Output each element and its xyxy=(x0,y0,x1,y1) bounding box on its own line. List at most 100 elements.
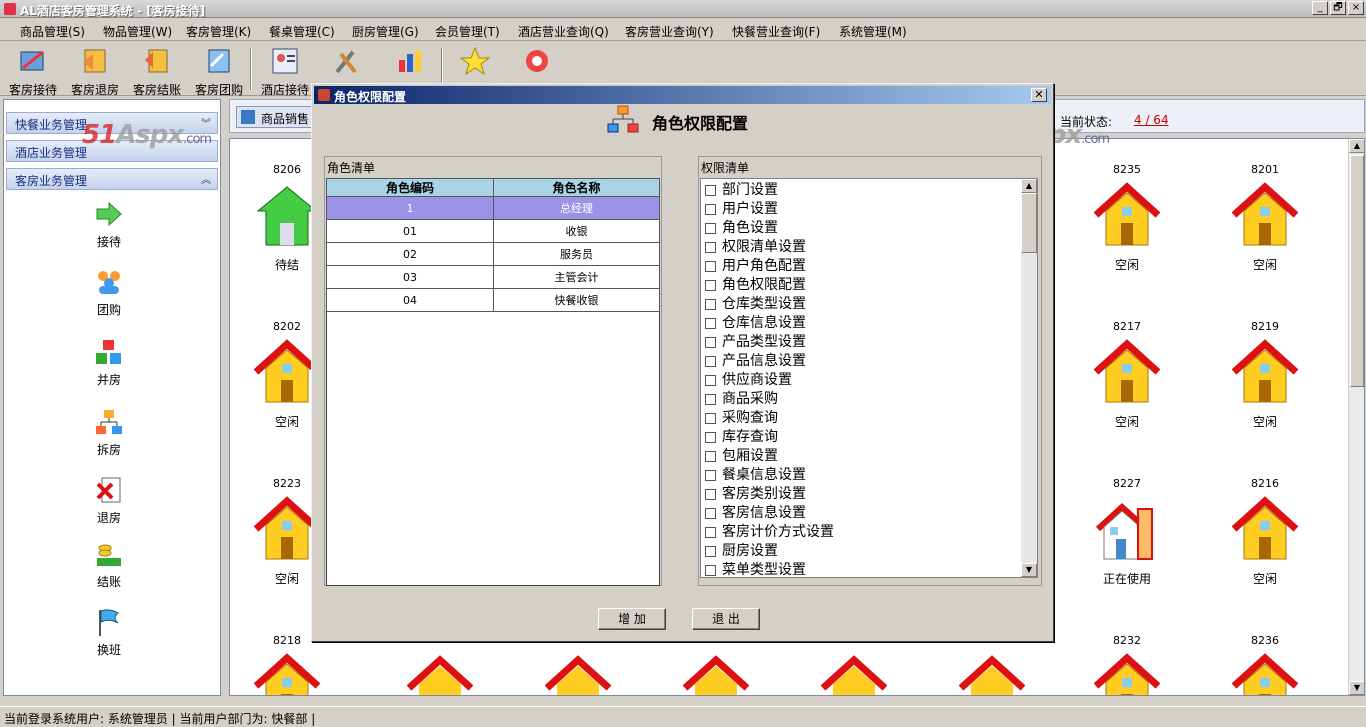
toolbar-reception-button[interactable]: 酒店接待 xyxy=(255,46,315,97)
sidebar-section-fastfood[interactable]: 快餐业务管理 ︾ xyxy=(6,112,218,134)
permission-checkbox[interactable] xyxy=(705,185,716,196)
permission-item[interactable]: 采购查询 xyxy=(705,407,778,426)
table-row[interactable]: 01 收银 xyxy=(326,219,660,243)
status-value-link[interactable]: 4 / 64 xyxy=(1134,113,1169,127)
sidebar-item-bill[interactable]: 结账 xyxy=(64,540,154,590)
close-button[interactable]: × xyxy=(1348,1,1364,15)
sidebar-item-merge[interactable]: 并房 xyxy=(64,338,154,388)
table-row[interactable]: 1 总经理 xyxy=(326,196,660,220)
permission-scrollbar[interactable]: ▲ ▼ xyxy=(1021,179,1037,577)
permission-checkbox[interactable] xyxy=(705,413,716,424)
permission-item[interactable]: 角色权限配置 xyxy=(705,274,806,293)
permission-checkbox[interactable] xyxy=(705,394,716,405)
room-card[interactable]: 8201 空闲 xyxy=(1220,163,1310,273)
menu-goods[interactable]: 商品管理(S) xyxy=(20,23,85,40)
scroll-up-arrow-icon[interactable]: ▲ xyxy=(1349,139,1364,153)
scroll-down-arrow-icon[interactable]: ▼ xyxy=(1349,681,1364,695)
sidebar-section-hotel[interactable]: 酒店业务管理 xyxy=(6,140,218,162)
minimize-button[interactable]: _ xyxy=(1312,1,1328,15)
menu-kitchen[interactable]: 厨房管理(G) xyxy=(352,23,419,40)
sidebar-item-split[interactable]: 拆房 xyxy=(64,408,154,458)
permission-checkbox[interactable] xyxy=(705,565,716,576)
permission-item[interactable]: 商品采购 xyxy=(705,388,778,407)
sidebar-item-checkout[interactable]: 退房 xyxy=(64,476,154,526)
permission-checkbox[interactable] xyxy=(705,432,716,443)
permission-item[interactable]: 客房计价方式设置 xyxy=(705,521,834,540)
toolbar-bill-button[interactable]: 客房结账 xyxy=(127,46,187,97)
sidebar-item-checkin[interactable]: 接待 xyxy=(64,200,154,250)
scroll-up-arrow-icon[interactable]: ▲ xyxy=(1021,179,1037,193)
permission-item[interactable]: 菜单类型设置 xyxy=(705,559,806,577)
add-button[interactable]: 增 加 xyxy=(598,608,666,630)
permission-checkbox[interactable] xyxy=(705,508,716,519)
menu-hotel-query[interactable]: 酒店营业查询(Q) xyxy=(518,23,609,40)
toolbar-groupbuy-button[interactable]: 客房团购 xyxy=(189,46,249,97)
tab-goods-sales[interactable]: 商品销售 xyxy=(236,106,316,128)
permission-item[interactable]: 厨房设置 xyxy=(705,540,778,559)
permission-checkbox[interactable] xyxy=(705,546,716,557)
menu-room-query[interactable]: 客房营业查询(Y) xyxy=(625,23,714,40)
table-row[interactable]: 03 主管会计 xyxy=(326,265,660,289)
menu-fastfood-query[interactable]: 快餐营业查询(F) xyxy=(732,23,820,40)
permission-item[interactable]: 包厢设置 xyxy=(705,445,778,464)
toolbar-checkout-button[interactable]: 客房退房 xyxy=(65,46,125,97)
permission-item[interactable]: 产品信息设置 xyxy=(705,350,806,369)
permission-item[interactable]: 客房信息设置 xyxy=(705,502,806,521)
permission-checkbox[interactable] xyxy=(705,242,716,253)
permission-checkbox[interactable] xyxy=(705,375,716,386)
room-card[interactable]: 8219 空闲 xyxy=(1220,320,1310,430)
permission-item[interactable]: 供应商设置 xyxy=(705,369,792,388)
room-card[interactable]: 8217 空闲 xyxy=(1082,320,1172,430)
permission-item[interactable]: 权限清单设置 xyxy=(705,236,806,255)
table-row[interactable]: 02 服务员 xyxy=(326,242,660,266)
table-row[interactable]: 04 快餐收银 xyxy=(326,288,660,312)
permission-item[interactable]: 角色设置 xyxy=(705,217,778,236)
menu-system[interactable]: 系统管理(M) xyxy=(839,23,907,40)
permission-checkbox[interactable] xyxy=(705,261,716,272)
exit-button[interactable]: 退 出 xyxy=(692,608,760,630)
permission-item[interactable]: 部门设置 xyxy=(705,179,778,198)
sidebar-item-groupbuy[interactable]: 团购 xyxy=(64,268,154,318)
permission-item[interactable]: 库存查询 xyxy=(705,426,778,445)
room-card[interactable]: 8236 xyxy=(1220,634,1310,695)
menu-items[interactable]: 物品管理(W) xyxy=(103,23,172,40)
permission-checkbox[interactable] xyxy=(705,527,716,538)
sidebar-item-shift[interactable]: 换班 xyxy=(64,608,154,658)
scroll-down-arrow-icon[interactable]: ▼ xyxy=(1021,563,1037,577)
toolbar-checkin-button[interactable]: 客房接待 xyxy=(3,46,63,97)
permission-checkbox[interactable] xyxy=(705,451,716,462)
permission-checkbox[interactable] xyxy=(705,470,716,481)
permission-item[interactable]: 用户设置 xyxy=(705,198,778,217)
permission-checkbox[interactable] xyxy=(705,356,716,367)
room-card[interactable]: 8232 xyxy=(1082,634,1172,695)
permission-item[interactable]: 客房类别设置 xyxy=(705,483,806,502)
permission-checkbox[interactable] xyxy=(705,299,716,310)
permission-checkbox[interactable] xyxy=(705,318,716,329)
permission-item[interactable]: 用户角色配置 xyxy=(705,255,806,274)
sidebar-section-rooms[interactable]: 客房业务管理 ︽ xyxy=(6,168,218,190)
permission-checkbox[interactable] xyxy=(705,489,716,500)
permission-item[interactable]: 餐桌信息设置 xyxy=(705,464,806,483)
sidebar-splitter[interactable] xyxy=(222,99,228,696)
maximize-button[interactable]: 🗗 xyxy=(1330,1,1346,15)
permission-item[interactable]: 产品类型设置 xyxy=(705,331,806,350)
permission-item[interactable]: 仓库信息设置 xyxy=(705,312,806,331)
dialog-close-button[interactable]: ✕ xyxy=(1031,88,1047,102)
permission-checkbox[interactable] xyxy=(705,204,716,215)
room-grid-scrollbar[interactable]: ▲ ▼ xyxy=(1348,139,1364,695)
permission-checkbox[interactable] xyxy=(705,337,716,348)
menu-members[interactable]: 会员管理(T) xyxy=(435,23,500,40)
room-card[interactable]: 8216 空闲 xyxy=(1220,477,1310,587)
permission-checkbox[interactable] xyxy=(705,223,716,234)
room-card[interactable]: 8218 xyxy=(242,634,332,695)
permission-item[interactable]: 仓库类型设置 xyxy=(705,293,806,312)
room-card[interactable]: 8235 空闲 xyxy=(1082,163,1172,273)
column-header-role-name[interactable]: 角色名称 xyxy=(493,178,660,197)
scroll-thumb[interactable] xyxy=(1350,155,1364,387)
scroll-thumb[interactable] xyxy=(1021,193,1037,253)
permission-checkbox[interactable] xyxy=(705,280,716,291)
menu-rooms[interactable]: 客房管理(K) xyxy=(186,23,251,40)
menu-tables[interactable]: 餐桌管理(C) xyxy=(269,23,335,40)
room-card[interactable]: 8227 正在使用 xyxy=(1082,477,1172,587)
column-header-role-code[interactable]: 角色编码 xyxy=(326,178,494,197)
